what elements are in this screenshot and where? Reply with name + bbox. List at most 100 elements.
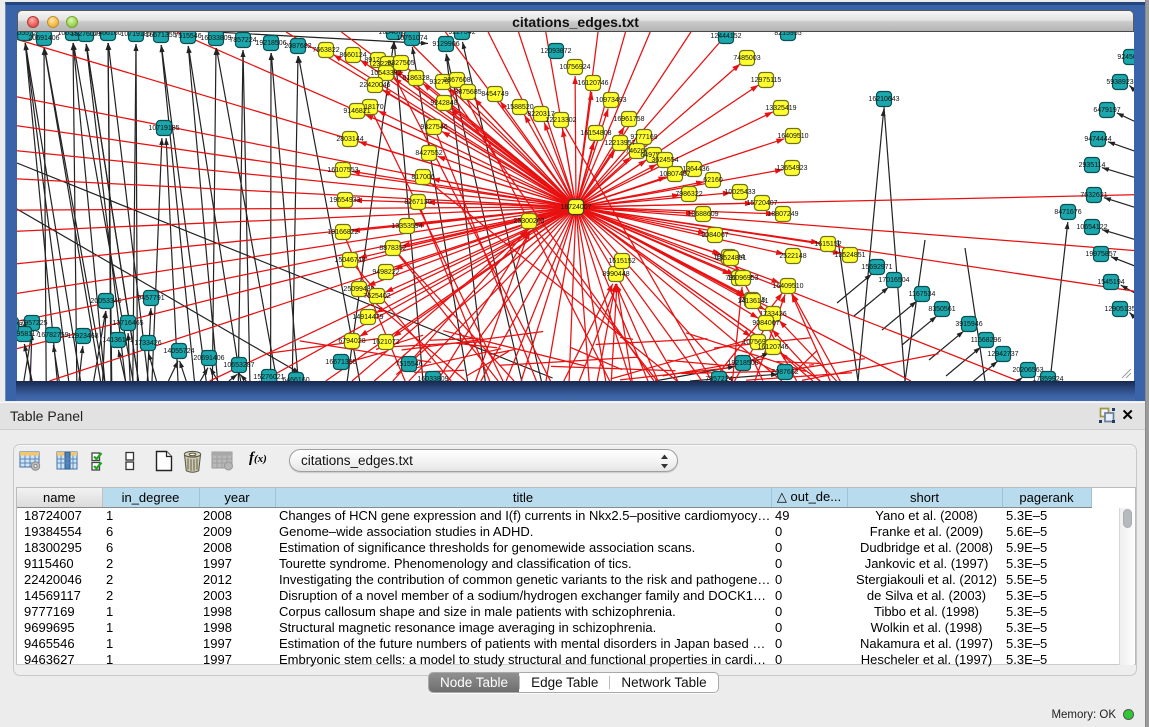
svg-text:9084067: 9084067	[752, 320, 779, 327]
svg-text:5938923: 5938923	[1106, 79, 1133, 86]
svg-text:12905135: 12905135	[1104, 306, 1134, 313]
svg-text:19218506: 19218506	[727, 360, 758, 367]
svg-text:16409510: 16409510	[772, 283, 803, 290]
svg-text:2803144: 2803144	[336, 136, 363, 143]
svg-text:12213302: 12213302	[545, 117, 576, 124]
svg-text:9474444: 9474444	[1084, 136, 1111, 143]
svg-text:20053346: 20053346	[90, 298, 121, 305]
svg-text:8454749: 8454749	[481, 91, 508, 98]
svg-text:12213957: 12213957	[604, 140, 635, 147]
svg-text:10654122: 10654122	[1076, 224, 1107, 231]
svg-text:15046748: 15046748	[334, 257, 365, 264]
svg-text:13524851: 13524851	[834, 252, 865, 259]
svg-text:12942737: 12942737	[987, 351, 1018, 358]
svg-text:9084067: 9084067	[701, 232, 728, 239]
svg-text:1733426: 1733426	[134, 340, 161, 347]
svg-text:8427552: 8427552	[415, 150, 442, 157]
svg-text:25300203: 25300203	[513, 218, 544, 225]
svg-text:22420046: 22420046	[359, 82, 390, 89]
svg-text:7625402: 7625402	[363, 293, 390, 300]
svg-text:6466160: 6466160	[94, 32, 121, 37]
svg-text:10688609: 10688609	[687, 211, 718, 218]
svg-text:8471676: 8471676	[1054, 209, 1081, 216]
svg-text:9457791: 9457791	[137, 295, 164, 302]
svg-text:16120746: 16120746	[757, 344, 788, 351]
svg-text:13325419: 13325419	[765, 105, 796, 112]
svg-text:16548784: 16548784	[17, 322, 27, 329]
svg-text:20691406: 20691406	[28, 35, 59, 42]
svg-text:9327546: 9327546	[420, 124, 447, 131]
svg-text:3915946: 3915946	[955, 321, 982, 328]
svg-text:3875685: 3875685	[454, 89, 481, 96]
svg-text:12975115: 12975115	[751, 77, 782, 84]
svg-text:14136141: 14136141	[737, 298, 768, 305]
svg-text:13353594: 13353594	[391, 223, 422, 230]
svg-text:16096953: 16096953	[727, 275, 758, 282]
svg-text:14914479: 14914479	[352, 314, 383, 321]
svg-text:1615152: 1615152	[608, 258, 635, 265]
svg-text:10025433: 10025433	[724, 189, 755, 196]
svg-text:9498222: 9498222	[372, 269, 399, 276]
svg-text:10807487: 10807487	[659, 171, 690, 178]
svg-text:2087682: 2087682	[771, 369, 798, 376]
svg-text:7515546: 7515546	[174, 33, 201, 40]
svg-text:17016504: 17016504	[878, 277, 909, 284]
svg-text:19975857: 19975857	[1085, 251, 1116, 258]
svg-text:10653287: 10653287	[223, 362, 254, 369]
svg-text:2867608: 2867608	[443, 77, 470, 84]
svg-text:10543382: 10543382	[370, 70, 401, 77]
svg-text:10719185: 10719185	[148, 125, 179, 132]
svg-text:2935114: 2935114	[1079, 162, 1106, 169]
svg-text:16782759: 16782759	[37, 332, 68, 339]
svg-text:15692971: 15692971	[861, 264, 892, 271]
svg-text:8215955: 8215955	[774, 32, 801, 37]
svg-text:16671355: 16671355	[145, 32, 176, 39]
svg-text:9129906: 9129906	[432, 41, 459, 48]
svg-text:15751074: 15751074	[396, 35, 427, 42]
svg-text:8990448: 8990448	[602, 271, 629, 278]
svg-text:817006: 817006	[411, 174, 434, 181]
svg-text:8186328: 8186328	[402, 75, 429, 82]
svg-text:2522148: 2522148	[779, 253, 806, 260]
svg-text:7515546: 7515546	[395, 361, 422, 368]
svg-text:19218506: 19218506	[255, 40, 286, 47]
svg-text:3624554: 3624554	[651, 157, 678, 164]
svg-text:18724007: 18724007	[560, 204, 591, 211]
svg-text:12093872: 12093872	[540, 48, 571, 55]
svg-text:20691406: 20691406	[193, 355, 224, 362]
svg-text:6479197: 6479197	[1093, 107, 1120, 114]
svg-text:12923468: 12923468	[67, 333, 98, 340]
svg-text:16120746: 16120746	[577, 80, 608, 87]
svg-text:19654933: 19654933	[329, 197, 360, 204]
svg-text:16210643: 16210643	[868, 96, 899, 103]
svg-text:7986322: 7986322	[675, 191, 702, 198]
svg-text:9245052: 9245052	[1117, 54, 1134, 61]
svg-text:19166822: 19166822	[327, 229, 358, 236]
svg-text:62160: 62160	[703, 177, 723, 184]
svg-text:15720407: 15720407	[746, 200, 777, 207]
svg-text:16409510: 16409510	[777, 133, 808, 140]
svg-text:9227342: 9227342	[448, 32, 475, 36]
svg-text:20206563: 20206563	[1012, 367, 1043, 374]
svg-text:7485003: 7485003	[733, 55, 760, 62]
svg-text:8660124: 8660124	[339, 52, 366, 59]
svg-text:16107553: 16107553	[327, 167, 358, 174]
svg-text:1588520: 1588520	[506, 104, 533, 111]
svg-text:9242848: 9242848	[430, 100, 457, 107]
svg-text:1545194: 1545194	[1097, 279, 1124, 286]
svg-text:15276021: 15276021	[253, 374, 284, 381]
svg-text:10958117: 10958117	[17, 331, 39, 338]
svg-text:11568296: 11568296	[971, 337, 1002, 344]
svg-text:18807249: 18807249	[767, 211, 798, 218]
svg-text:7632621: 7632621	[1080, 192, 1107, 199]
svg-text:1167534: 1167534	[909, 291, 936, 298]
svg-text:16671355: 16671355	[325, 359, 356, 366]
svg-text:1621072: 1621072	[372, 339, 399, 346]
svg-text:9146821: 9146821	[343, 108, 370, 115]
svg-text:6794028: 6794028	[338, 338, 365, 345]
svg-text:8267130: 8267130	[404, 199, 431, 206]
svg-text:16033809: 16033809	[200, 35, 231, 42]
svg-text:14136141: 14136141	[102, 337, 133, 344]
svg-text:1615152: 1615152	[814, 241, 841, 248]
svg-text:8350561: 8350561	[928, 306, 955, 313]
